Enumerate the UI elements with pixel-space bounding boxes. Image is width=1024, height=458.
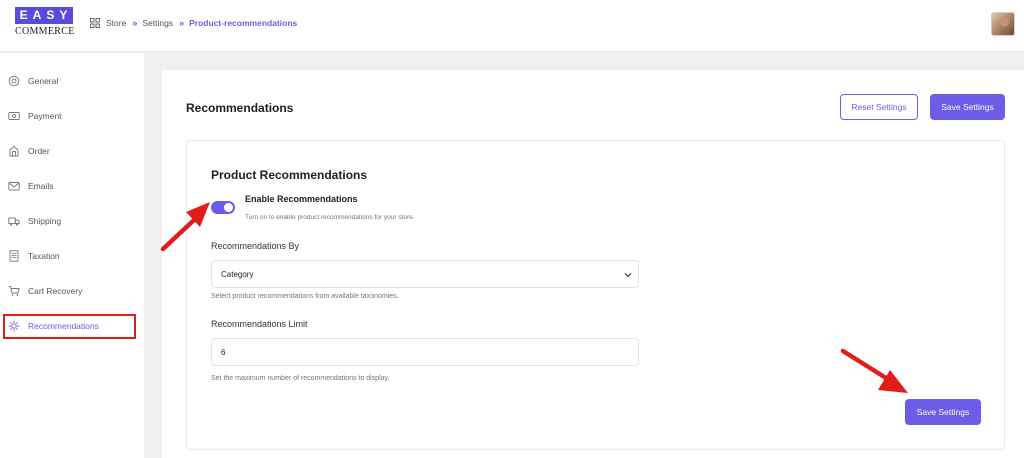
active-item-highlight-annotation <box>3 314 136 339</box>
order-icon <box>9 145 19 157</box>
sidebar-item-emails[interactable]: Emails <box>0 173 144 199</box>
sidebar-item-label: Shipping <box>28 216 62 226</box>
recommendations-limit-input[interactable] <box>211 338 639 366</box>
logo-bottom-text: COMMERCE <box>15 26 75 37</box>
sidebar-item-label: Emails <box>28 181 54 191</box>
select-value: Category <box>221 269 254 279</box>
toggle-label: Enable Recommendations <box>245 194 358 204</box>
toggle-help-text: Turn on to enable product recommendation… <box>245 214 415 221</box>
recommendations-by-select[interactable]: Category <box>211 260 639 288</box>
sidebar-item-label: Payment <box>28 111 62 121</box>
breadcrumb-settings[interactable]: Settings <box>142 18 173 28</box>
sidebar-item-cart-recovery[interactable]: Cart Recovery <box>0 278 144 304</box>
sidebar-item-label: Cart Recovery <box>28 286 83 296</box>
grid-icon <box>90 18 100 28</box>
breadcrumb: Store » Settings » Product-recommendatio… <box>90 16 297 30</box>
recommendations-limit-label: Recommendations Limit <box>211 319 308 329</box>
mail-icon <box>8 182 20 191</box>
logo-top-text: EASY <box>15 7 73 24</box>
user-avatar[interactable] <box>991 12 1015 36</box>
easy-commerce-logo[interactable]: EASY COMMERCE <box>15 7 75 37</box>
sidebar-item-label: Taxation <box>28 251 60 261</box>
gear-icon <box>8 75 20 87</box>
sidebar-item-order[interactable]: Order <box>0 138 144 164</box>
breadcrumb-store[interactable]: Store <box>106 18 126 28</box>
top-header: EASY COMMERCE Store » Settings » Product… <box>0 0 1024 52</box>
chevron-down-icon <box>624 273 632 278</box>
payment-icon <box>8 112 20 120</box>
recommendations-by-label: Recommendations By <box>211 241 300 251</box>
breadcrumb-current: Product-recommendations <box>189 18 298 28</box>
annotation-arrow-icon <box>160 202 210 252</box>
sidebar-item-general[interactable]: General <box>0 68 144 94</box>
sidebar-item-payment[interactable]: Payment <box>0 103 144 129</box>
sidebar-item-taxation[interactable]: Taxation <box>0 243 144 269</box>
page-title: Recommendations <box>186 101 294 115</box>
save-settings-bottom-button[interactable]: Save Settings <box>905 399 981 425</box>
section-title: Product Recommendations <box>211 168 368 182</box>
cart-icon <box>8 286 20 296</box>
sidebar-item-label: Order <box>28 146 50 156</box>
recommendations-limit-help: Set the maximum number of recommendation… <box>211 375 390 382</box>
recommendations-by-help: Select product recommendations from avai… <box>211 293 399 300</box>
tax-icon <box>9 250 19 262</box>
settings-sidebar: General Payment Order Emails Shipping Ta… <box>0 53 144 458</box>
reset-settings-button[interactable]: Reset Settings <box>840 94 918 120</box>
annotation-arrow-icon <box>840 348 908 393</box>
sidebar-item-label: General <box>28 76 59 86</box>
breadcrumb-separator: » <box>132 18 137 28</box>
save-settings-button[interactable]: Save Settings <box>930 94 1005 120</box>
sidebar-item-shipping[interactable]: Shipping <box>0 208 144 234</box>
truck-icon <box>8 217 20 226</box>
breadcrumb-separator: » <box>179 18 184 28</box>
